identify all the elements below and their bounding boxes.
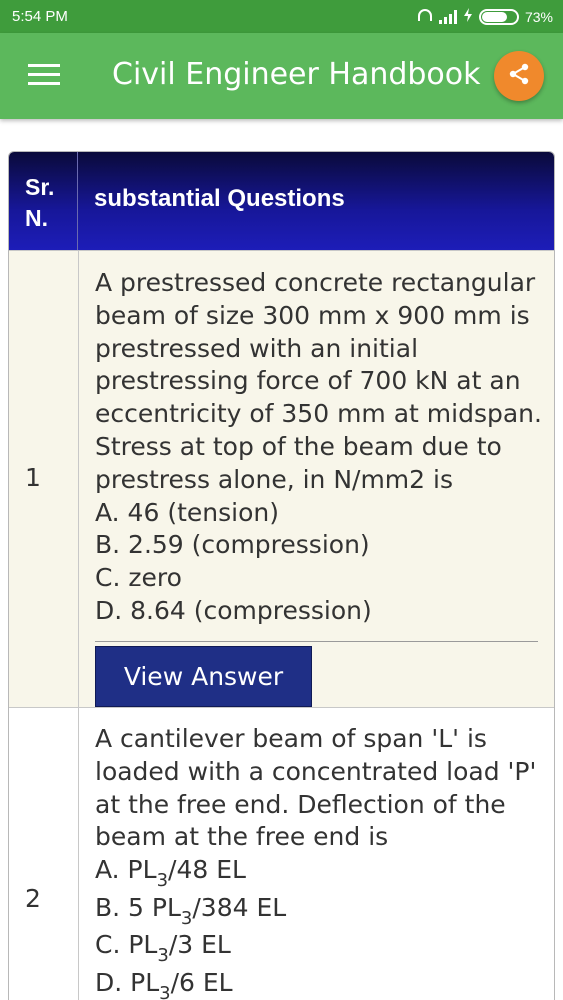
- option-c: C. zero: [95, 563, 182, 593]
- option-subscript: 3: [180, 907, 193, 929]
- status-bar: 5:54 PM 73%: [0, 0, 563, 33]
- option-b: B. 5 PL3/384 EL: [95, 892, 547, 930]
- header-questions: substantial Questions: [94, 185, 345, 212]
- app-title: Civil Engineer Handbook: [112, 57, 481, 92]
- header-sr-line-2: N.: [25, 205, 48, 231]
- question-text: A prestressed concrete rectangular beam …: [95, 267, 547, 628]
- header-serial-number: Sr. N.: [9, 152, 78, 250]
- option-text: /384 EL: [192, 892, 287, 922]
- question-line: prestress alone, in N/mm2 is: [95, 464, 453, 494]
- table-row: 1 A prestressed concrete rectangular bea…: [9, 250, 554, 707]
- question-line: beam of size 300 mm x 900 mm is: [95, 300, 530, 330]
- row-number: 2: [25, 884, 41, 913]
- app-bar: Civil Engineer Handbook: [0, 33, 563, 119]
- option-text: B. 5 PL: [95, 892, 181, 922]
- column-divider: [78, 708, 79, 1000]
- status-time: 5:54 PM: [12, 8, 68, 25]
- option-a: A. PL3/48 EL: [95, 854, 547, 892]
- option-text: A. PL: [95, 855, 157, 885]
- option-text: /3 EL: [168, 930, 231, 960]
- option-text: C. PL: [95, 930, 158, 960]
- answer-divider: [95, 641, 538, 642]
- question-line: Stress at top of the beam due to: [95, 431, 502, 461]
- share-icon: [507, 62, 531, 91]
- signal-icon: [438, 9, 457, 24]
- headphones-icon: [417, 8, 433, 25]
- questions-table: Sr. N. substantial Questions 1 A prestre…: [8, 151, 555, 1000]
- option-text: /6 EL: [170, 967, 233, 997]
- option-c: C. PL3/3 EL: [95, 929, 547, 967]
- option-b: B. 2.59 (compression): [95, 530, 370, 560]
- status-icons: 73%: [417, 8, 553, 25]
- hamburger-menu-icon[interactable]: [28, 64, 60, 88]
- question-line: prestressed with an initial: [95, 333, 419, 363]
- row-number: 1: [25, 463, 41, 492]
- share-button[interactable]: [494, 51, 544, 101]
- option-text: /48 EL: [168, 855, 246, 885]
- table-header: Sr. N. substantial Questions: [9, 152, 554, 250]
- charging-icon: [463, 8, 473, 25]
- option-text: D. PL: [95, 967, 160, 997]
- question-line: at the free end. Deflection of the: [95, 789, 506, 819]
- battery-percent: 73%: [524, 8, 553, 25]
- option-d: D. PL3/6 EL: [95, 967, 547, 1000]
- option-subscript: 3: [156, 870, 169, 892]
- header-sr-line-1: Sr.: [25, 174, 55, 200]
- column-divider: [78, 251, 79, 707]
- option-subscript: 3: [157, 945, 169, 967]
- option-a: A. 46 (tension): [95, 497, 279, 527]
- option-d: D. 8.64 (compression): [95, 595, 372, 625]
- question-line: eccentricity of 350 mm at midspan.: [95, 399, 542, 429]
- question-line: loaded with a concentrated load 'P': [95, 756, 537, 786]
- option-subscript: 3: [159, 982, 171, 1000]
- question-line: A cantilever beam of span 'L' is: [95, 724, 487, 753]
- question-line: A prestressed concrete rectangular: [95, 268, 536, 297]
- table-row: 2 A cantilever beam of span 'L' is loade…: [9, 707, 554, 1000]
- battery-icon: [478, 8, 519, 25]
- question-line: beam at the free end is: [95, 822, 389, 852]
- question-line: prestressing force of 700 kN at an: [95, 366, 521, 396]
- view-answer-button[interactable]: View Answer: [95, 646, 312, 707]
- question-text: A cantilever beam of span 'L' is loaded …: [95, 723, 547, 1000]
